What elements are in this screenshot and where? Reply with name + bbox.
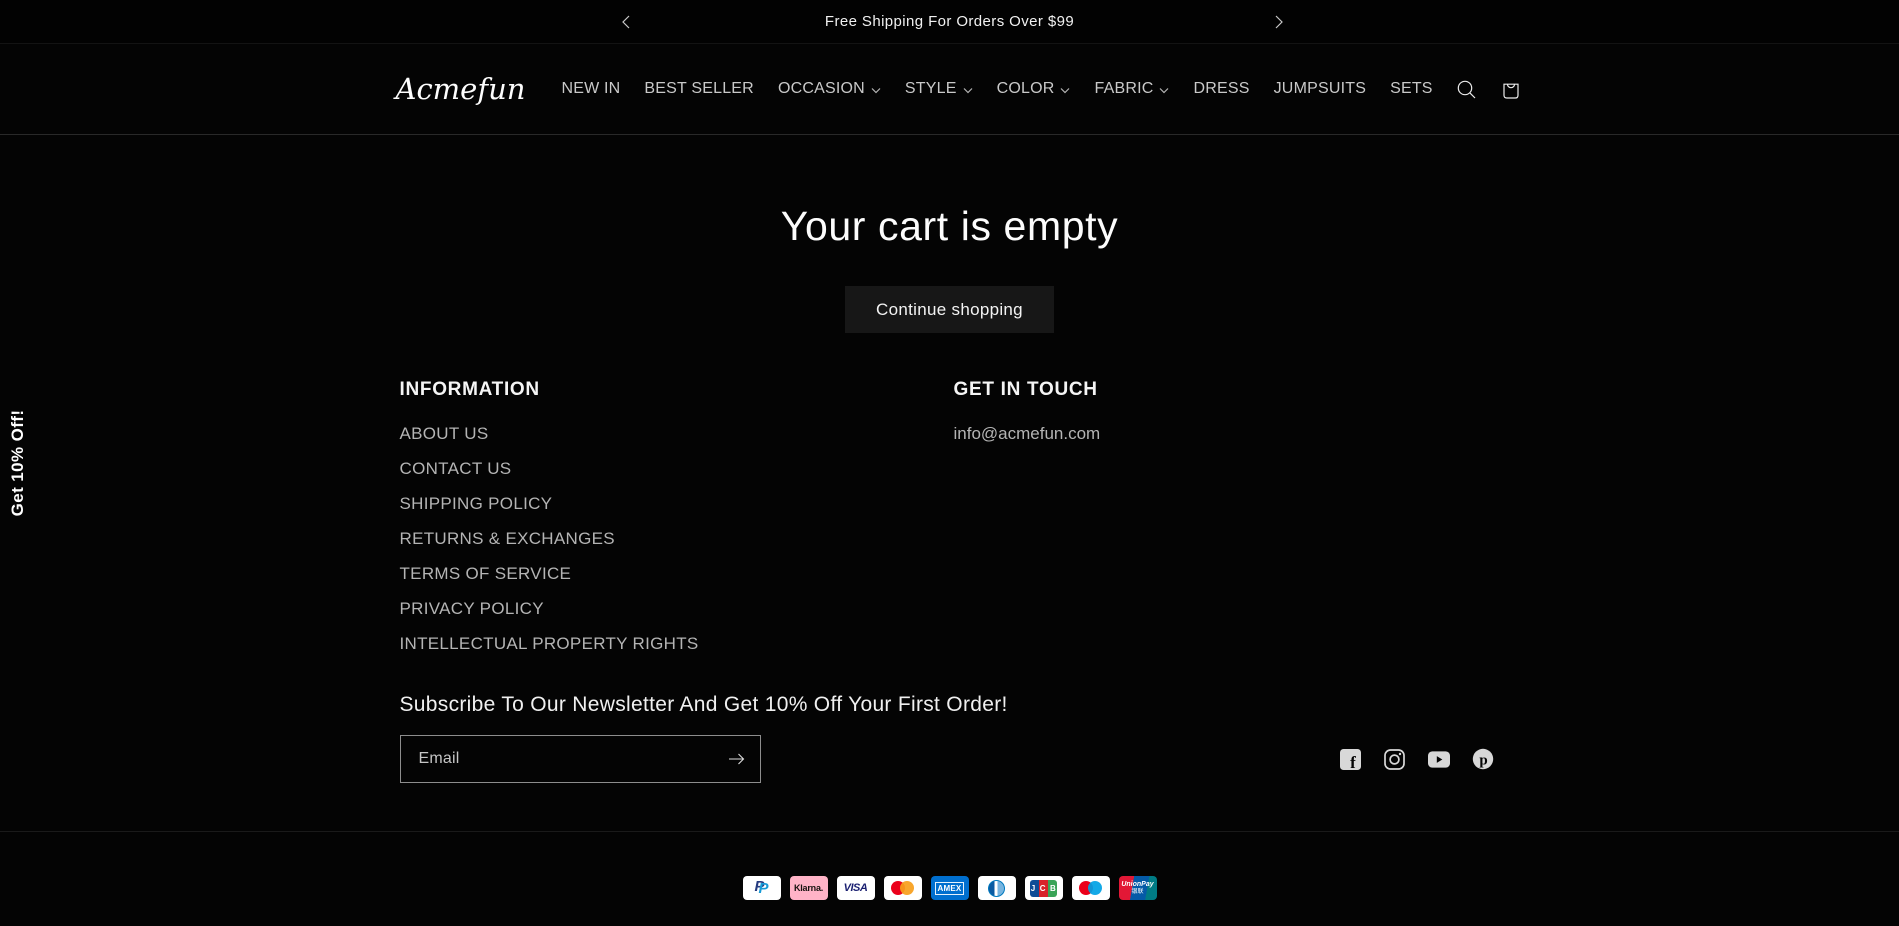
payment-badge-amex: AMEX <box>930 876 969 900</box>
chevron-down-icon <box>963 87 973 94</box>
announcement-prev-button[interactable] <box>603 0 647 44</box>
nav-item-sets[interactable]: SETS <box>1378 70 1445 108</box>
facebook-link[interactable]: f <box>1340 748 1362 770</box>
footer-column-title: GET IN TOUCH <box>953 379 1098 400</box>
chevron-down-icon <box>1060 87 1070 94</box>
nav-item-color[interactable]: COLOR <box>985 70 1083 108</box>
payment-methods: P P Klarna. VISA AMEX JCB UnionPay 银联 <box>0 876 1899 900</box>
nav-item-style[interactable]: STYLE <box>893 70 985 108</box>
footer-links-list: ABOUT US CONTACT US SHIPPING POLICY RETU… <box>400 416 954 661</box>
footer-get-in-touch-column: GET IN TOUCH info@acmefun.com <box>954 379 1500 661</box>
cart-icon <box>1503 83 1519 99</box>
nav-item-best-seller[interactable]: BEST SELLER <box>632 70 766 108</box>
empty-cart-section: Your cart is empty Continue shopping <box>0 135 1899 373</box>
nav-item-label: BEST SELLER <box>644 80 754 97</box>
footer-link-contact-us[interactable]: CONTACT US <box>400 451 512 486</box>
promo-tab[interactable]: Get 10% Off! <box>8 410 28 517</box>
pinterest-icon: p <box>1472 748 1493 770</box>
payment-badge-visa: VISA <box>836 876 875 900</box>
instagram-link[interactable] <box>1384 748 1406 770</box>
nav-item-label: STYLE <box>904 80 957 97</box>
announcement-bar: Free Shipping For Orders Over $99 <box>0 0 1899 44</box>
site-header: Acmefun NEW IN BEST SELLER OCCASION STYL… <box>0 44 1899 135</box>
newsletter-section: Subscribe To Our Newsletter And Get 10% … <box>399 693 1500 783</box>
footer-column-title: INFORMATION <box>399 379 540 400</box>
youtube-icon <box>1427 750 1450 768</box>
social-links: f p <box>1340 748 1494 770</box>
nav-item-label: NEW IN <box>561 80 621 97</box>
instagram-icon <box>1384 748 1405 770</box>
nav-item-label: JUMPSUITS <box>1273 80 1367 97</box>
payment-badge-diners <box>977 876 1016 900</box>
main-nav: NEW IN BEST SELLER OCCASION STYLE COLOR … <box>549 70 1444 108</box>
store-logo[interactable]: Acmefun <box>396 72 526 106</box>
payment-badge-mastercard <box>883 876 922 900</box>
footer: INFORMATION ABOUT US CONTACT US SHIPPING… <box>0 373 1899 900</box>
newsletter-submit-button[interactable] <box>714 736 760 782</box>
payment-badge-paypal: P P <box>742 876 781 900</box>
footer-link-returns-exchanges[interactable]: RETURNS & EXCHANGES <box>400 521 615 556</box>
nav-item-label: DRESS <box>1193 80 1250 97</box>
nav-item-label: OCCASION <box>777 80 865 97</box>
svg-text:p: p <box>1479 753 1487 769</box>
youtube-link[interactable] <box>1427 748 1450 770</box>
email-input[interactable] <box>400 736 714 782</box>
footer-link-intellectual-property[interactable]: INTELLECTUAL PROPERTY RIGHTS <box>400 626 699 661</box>
nav-item-label: SETS <box>1390 80 1433 97</box>
announcement-next-button[interactable] <box>1257 0 1301 44</box>
footer-link-about-us[interactable]: ABOUT US <box>400 416 489 451</box>
search-button[interactable] <box>1445 67 1489 111</box>
nav-item-occasion[interactable]: OCCASION <box>766 70 893 108</box>
nav-item-jumpsuits[interactable]: JUMPSUITS <box>1262 70 1378 108</box>
footer-link-privacy-policy[interactable]: PRIVACY POLICY <box>400 591 544 626</box>
search-icon <box>1457 80 1476 98</box>
continue-shopping-button[interactable]: Continue shopping <box>845 286 1054 333</box>
chevron-right-icon <box>1275 15 1283 29</box>
cart-button[interactable] <box>1489 67 1533 111</box>
payment-badge-jcb: JCB <box>1024 876 1063 900</box>
payment-badge-maestro <box>1071 876 1110 900</box>
announcement-text: Free Shipping For Orders Over $99 <box>824 13 1075 30</box>
newsletter-form <box>399 735 761 783</box>
chevron-down-icon <box>871 87 881 94</box>
nav-item-dress[interactable]: DRESS <box>1181 70 1261 108</box>
chevron-left-icon <box>621 15 629 29</box>
contact-email: info@acmefun.com <box>953 424 1101 443</box>
nav-item-label: COLOR <box>996 80 1055 97</box>
arrow-right-icon <box>729 753 745 765</box>
facebook-icon: f <box>1340 748 1361 770</box>
nav-item-label: FABRIC <box>1094 80 1154 97</box>
nav-item-new-in[interactable]: NEW IN <box>549 70 632 108</box>
footer-divider <box>0 831 1899 832</box>
newsletter-heading: Subscribe To Our Newsletter And Get 10% … <box>399 693 1008 716</box>
svg-text:f: f <box>1350 753 1356 770</box>
footer-information-column: INFORMATION ABOUT US CONTACT US SHIPPING… <box>400 379 954 661</box>
pinterest-link[interactable]: p <box>1472 748 1494 770</box>
footer-link-terms-of-service[interactable]: TERMS OF SERVICE <box>400 556 572 591</box>
footer-link-shipping-policy[interactable]: SHIPPING POLICY <box>400 486 553 521</box>
empty-cart-heading: Your cart is empty <box>780 203 1119 249</box>
nav-item-fabric[interactable]: FABRIC <box>1082 70 1181 108</box>
payment-badge-unionpay: UnionPay 银联 <box>1118 876 1157 900</box>
payment-badge-klarna: Klarna. <box>789 876 828 900</box>
chevron-down-icon <box>1159 87 1169 94</box>
